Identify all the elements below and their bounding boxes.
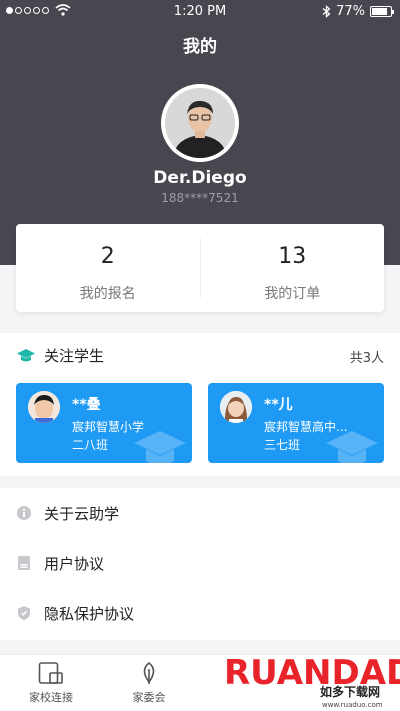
shield-icon	[18, 606, 30, 620]
watermark-subtitle: 如多下载网	[320, 684, 380, 699]
menu-item-label: 用户协议	[44, 554, 105, 573]
student-count: 共3人	[349, 351, 384, 366]
stat-value: 2	[100, 244, 115, 269]
school-connect-icon	[38, 662, 63, 684]
tab-parent-committee[interactable]: 家委会	[109, 661, 189, 705]
settings-menu: 关于云助学 用户协议 隐私保护协议	[0, 488, 400, 640]
graduation-cap-icon	[17, 348, 35, 361]
watermark-url: www.ruaduo.com	[322, 701, 383, 709]
student-class: 三七班	[264, 438, 301, 452]
bluetooth-icon	[322, 5, 331, 18]
student-avatar	[28, 391, 60, 423]
menu-item-privacy[interactable]: 隐私保护协议	[0, 588, 400, 638]
stat-value: 13	[278, 244, 307, 269]
tab-label: 家委会	[132, 691, 166, 704]
battery-percent: 77%	[336, 4, 365, 19]
stats-card: 2 我的报名 13 我的订单	[16, 224, 384, 312]
battery-icon	[370, 6, 394, 17]
avatar-photo	[165, 88, 235, 158]
user-name: Der.Diego	[153, 168, 247, 188]
user-avatar[interactable]	[161, 84, 239, 162]
followed-students-section: 关注学生 共3人 **叠 宸邦智慧小学 二八班 **儿 宸邦智慧高中... 三七…	[0, 333, 400, 476]
menu-item-label: 关于云助学	[44, 504, 120, 523]
stat-registrations[interactable]: 2 我的报名	[16, 224, 200, 312]
stat-label: 我的订单	[264, 286, 321, 302]
watermark-logo: RUANDADO 如多下载网 www.ruaduo.com	[223, 652, 400, 709]
page-title: 我的	[183, 37, 217, 57]
leaf-icon	[143, 661, 155, 684]
tab-label: 家校连接	[29, 691, 73, 704]
graduation-cap-watermark-icon	[134, 431, 186, 463]
status-bar: 1:20 PM 77%	[0, 0, 400, 24]
menu-item-user-agreement[interactable]: 用户协议	[0, 538, 400, 588]
stat-orders[interactable]: 13 我的订单	[201, 224, 385, 312]
menu-item-label: 隐私保护协议	[44, 604, 135, 623]
tab-school-connect[interactable]: 家校连接	[11, 661, 91, 705]
stat-label: 我的报名	[79, 286, 136, 302]
student-card[interactable]: **叠 宸邦智慧小学 二八班	[16, 383, 192, 463]
student-card[interactable]: **儿 宸邦智慧高中... 三七班	[208, 383, 384, 463]
section-title: 关注学生	[44, 347, 105, 365]
menu-item-about[interactable]: 关于云助学	[0, 488, 400, 538]
info-icon	[17, 506, 31, 520]
student-avatar	[220, 391, 252, 423]
student-name: **儿	[264, 397, 293, 413]
graduation-cap-watermark-icon	[326, 431, 378, 463]
user-phone: 188****7521	[161, 191, 239, 205]
document-icon	[18, 556, 30, 570]
student-class: 二八班	[72, 438, 109, 452]
student-name: **叠	[72, 397, 101, 413]
